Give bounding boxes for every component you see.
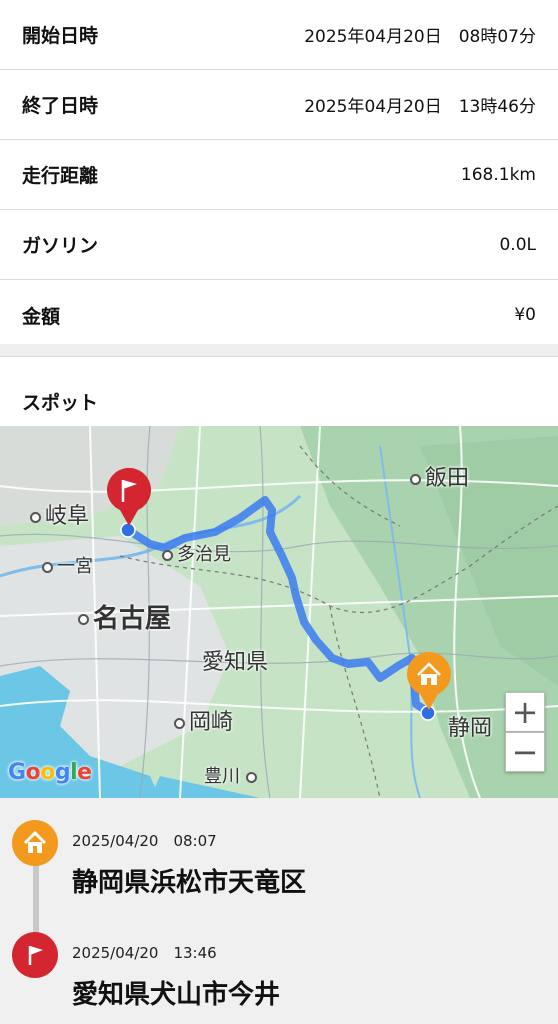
- map-label-ichinomiya: 一宮: [42, 552, 93, 578]
- distance-row: 走行距離 168.1km: [0, 140, 558, 210]
- start-time: 2025/04/20 08:07: [72, 832, 217, 850]
- google-logo: Google: [8, 760, 92, 785]
- row-value: 168.1km: [460, 164, 536, 185]
- summary-table: 開始日時 2025年04月20日 08時07分 終了日時 2025年04月20日…: [0, 0, 558, 350]
- map-label-text: 豊川: [204, 766, 240, 787]
- gasoline-row: ガソリン 0.0L: [0, 210, 558, 280]
- section-divider: [0, 344, 558, 357]
- row-value: 0.0L: [499, 234, 536, 255]
- start-datetime-row: 開始日時 2025年04月20日 08時07分: [0, 0, 558, 70]
- row-value: 2025年04月20日 13時46分: [304, 97, 536, 117]
- row-label: 金額: [22, 305, 61, 328]
- row-value: ¥0: [514, 305, 536, 325]
- map-label-shizuoka: 静岡: [448, 710, 492, 742]
- map-label-text: 岡崎: [189, 710, 234, 735]
- row-label: ガソリン: [22, 235, 99, 257]
- start-place: 静岡県浜松市天竜区: [72, 868, 307, 898]
- end-datetime-row: 終了日時 2025年04月20日 13時46分: [0, 70, 558, 140]
- map-label-text: 岐阜: [45, 504, 90, 529]
- map-label-gifu: 岐阜: [30, 498, 89, 530]
- map-label-text: 一宮: [57, 556, 93, 577]
- zoom-in-button[interactable]: +: [505, 692, 545, 732]
- end-flag-icon: [12, 932, 58, 978]
- map-label-text: 飯田: [425, 466, 470, 491]
- map-label-okazaki: 岡崎: [174, 704, 233, 736]
- start-home-icon: [12, 820, 58, 866]
- map-label-aichi: 愛知県: [202, 644, 268, 676]
- map-label-nagoya: 名古屋: [78, 598, 171, 635]
- route-map[interactable]: 飯田 岐阜 多治見 一宮 名古屋 愛知県 岡崎 静岡 豊川 Google + −: [0, 426, 558, 798]
- row-label: 走行距離: [22, 165, 99, 187]
- zoom-out-button[interactable]: −: [505, 732, 545, 772]
- map-label-text: 多治見: [177, 544, 231, 565]
- map-label-text: 愛知県: [202, 650, 269, 675]
- spot-section-title: スポット: [22, 392, 99, 414]
- row-value: 2025年04月20日 08時07分: [304, 27, 536, 47]
- row-label: 終了日時: [22, 95, 99, 117]
- map-label-toyokawa: 豊川: [204, 762, 261, 788]
- map-label-text: 名古屋: [93, 604, 172, 634]
- map-label-tajimi: 多治見: [162, 540, 231, 566]
- row-label: 開始日時: [22, 25, 99, 47]
- amount-row: 金額 ¥0: [0, 280, 558, 350]
- map-label-text: 静岡: [448, 716, 493, 741]
- end-time: 2025/04/20 13:46: [72, 944, 217, 962]
- end-place: 愛知県犬山市今井: [72, 980, 281, 1010]
- map-label-iida: 飯田: [410, 460, 469, 492]
